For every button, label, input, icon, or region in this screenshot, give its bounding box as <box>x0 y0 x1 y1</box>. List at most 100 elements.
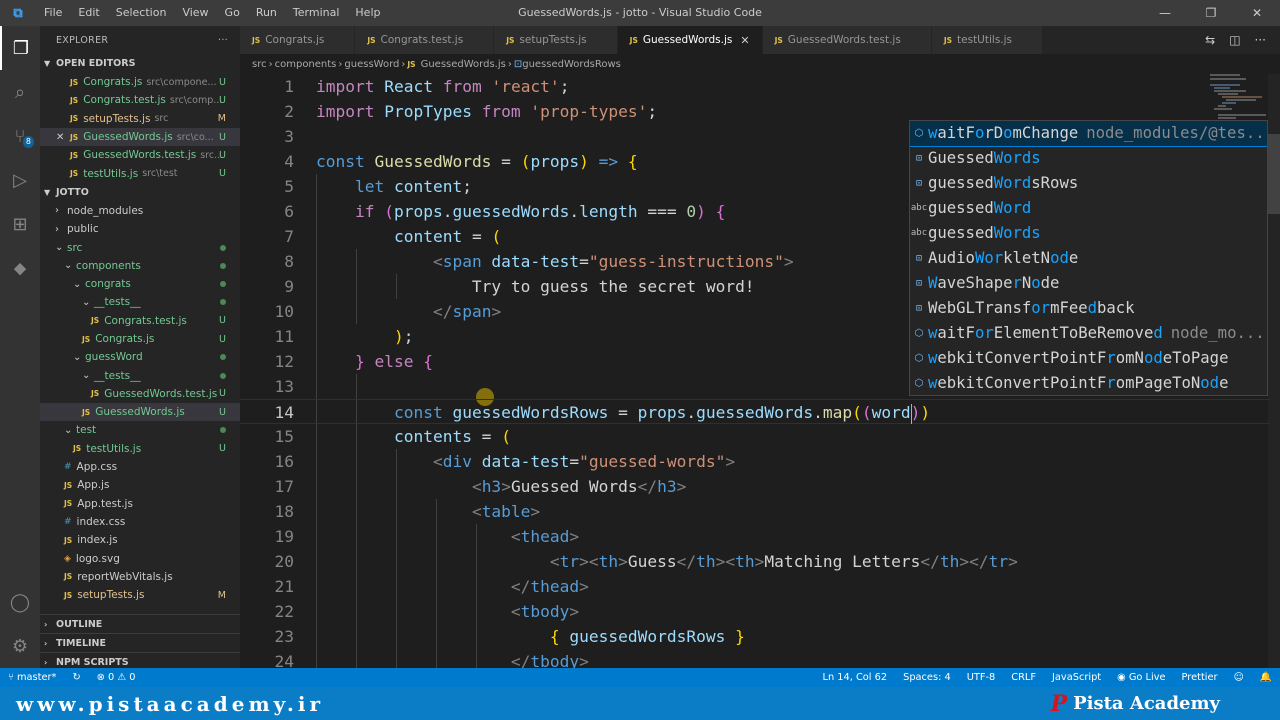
menu-help[interactable]: Help <box>347 0 388 26</box>
cursor-position[interactable]: Ln 14, Col 62 <box>814 672 895 683</box>
folder-item[interactable]: ⌄ congrats <box>40 275 240 293</box>
tab-guessedwords-test-js[interactable]: JS GuessedWords.test.js <box>762 26 932 54</box>
suggestion-item[interactable]: ⊡ WaveShaperNode <box>910 271 1267 296</box>
suggestion-item[interactable]: abc guessedWord <box>910 196 1267 221</box>
line-content: content = ( <box>316 224 501 249</box>
file-item[interactable]: JS testUtils.js U <box>40 440 240 458</box>
file-item[interactable]: JS setupTests.js M <box>40 586 240 604</box>
branch-indicator[interactable]: ⑂ master* <box>0 672 64 683</box>
label-part: o <box>1031 274 1041 292</box>
file-item[interactable]: JS App.js <box>40 476 240 494</box>
menu-edit[interactable]: Edit <box>70 0 107 26</box>
menu-view[interactable]: View <box>174 0 216 26</box>
folder-item[interactable]: ⌄ __tests__ <box>40 366 240 384</box>
breadcrumb-item[interactable]: guessedWordsRows <box>522 59 621 70</box>
maximize-icon[interactable]: ❐ <box>1188 0 1234 26</box>
breadcrumb-item[interactable]: GuessedWords.js <box>421 59 506 70</box>
compare-icon[interactable]: ⇆ <box>1205 33 1215 47</box>
timeline-header[interactable]: › TIMELINE <box>40 633 240 652</box>
explorer-icon[interactable]: ❐ <box>0 26 40 70</box>
prettier-indicator[interactable]: Prettier <box>1174 672 1226 683</box>
suggestion-item[interactable]: ⊡ guessedWordsRows <box>910 171 1267 196</box>
split-editor-icon[interactable]: ◫ <box>1229 33 1240 47</box>
menu-file[interactable]: File <box>36 0 70 26</box>
live-share-icon[interactable]: ⬥ <box>0 246 40 290</box>
file-item[interactable]: JS index.js <box>40 531 240 549</box>
project-header[interactable]: ▼ JOTTO <box>40 183 240 202</box>
open-editor-item[interactable]: JS GuessedWords.test.js src... U <box>40 146 240 164</box>
suggestion-item[interactable]: ⊡ GuessedWords <box>910 146 1267 171</box>
sync-icon[interactable]: ↻ <box>64 672 88 683</box>
js-file-icon: JS <box>629 35 638 45</box>
code-token: < <box>510 527 521 546</box>
file-item[interactable]: JS reportWebVitals.js <box>40 568 240 586</box>
tab-congrats-js[interactable]: JS Congrats.js <box>240 26 356 54</box>
line-ending[interactable]: CRLF <box>1003 672 1044 683</box>
run-debug-icon[interactable]: ▷ <box>0 158 40 202</box>
file-item[interactable]: JS Congrats.js U <box>40 330 240 348</box>
line-content: let content; <box>316 174 472 199</box>
file-item[interactable]: # index.css <box>40 513 240 531</box>
code-token: { <box>627 152 638 171</box>
menu-terminal[interactable]: Terminal <box>285 0 348 26</box>
file-item[interactable]: JS GuessedWords.js U <box>40 403 240 422</box>
suggestion-item[interactable]: ⬡ waitForDomChange node_modules/@tes... <box>910 121 1267 147</box>
account-icon[interactable]: ◯ <box>0 580 40 624</box>
minimize-icon[interactable]: — <box>1142 0 1188 26</box>
suggestion-item[interactable]: ⬡ webkitConvertPointFromNodeToPage <box>910 346 1267 371</box>
feedback-icon[interactable]: ☺ <box>1226 672 1252 683</box>
folder-item[interactable]: › public <box>40 220 240 238</box>
more-actions-icon[interactable]: ··· <box>1255 33 1266 47</box>
code-token: span <box>452 302 492 321</box>
extensions-icon[interactable]: ⊞ <box>0 202 40 246</box>
suggestion-item[interactable]: abc guessedWords <box>910 221 1267 246</box>
open-editor-item[interactable]: JS Congrats.test.js src\comp... U <box>40 91 240 109</box>
open-editor-item[interactable]: JS testUtils.js src\test U <box>40 164 240 182</box>
settings-gear-icon[interactable]: ⚙ <box>0 624 40 668</box>
breadcrumb-item[interactable]: src <box>252 59 267 70</box>
menu-selection[interactable]: Selection <box>108 0 175 26</box>
problems-indicator[interactable]: ⊗ 0 ⚠ 0 <box>89 672 144 683</box>
file-item[interactable]: # App.css <box>40 458 240 476</box>
go-live-button[interactable]: ◉ Go Live <box>1109 672 1173 683</box>
menu-go[interactable]: Go <box>217 0 248 26</box>
tab-testutils-js[interactable]: JS testUtils.js <box>931 26 1044 54</box>
open-editors-header[interactable]: ▼ OPEN EDITORS <box>40 54 240 73</box>
folder-item[interactable]: ⌄ components <box>40 257 240 275</box>
notifications-icon[interactable]: 🔔 <box>1252 672 1280 683</box>
outline-header[interactable]: › OUTLINE <box>40 614 240 633</box>
menu-run[interactable]: Run <box>248 0 285 26</box>
indentation[interactable]: Spaces: 4 <box>895 672 959 683</box>
tab-setuptests-js[interactable]: JS setupTests.js <box>494 26 618 54</box>
tab-close-icon[interactable]: ✕ <box>740 34 749 47</box>
open-editor-item[interactable]: ✕ JS GuessedWords.js src\co... U <box>40 127 240 147</box>
source-control-icon[interactable]: ⑂ 8 <box>0 114 40 158</box>
language-mode[interactable]: JavaScript <box>1044 672 1109 683</box>
folder-item[interactable]: ⌄ guessWord <box>40 348 240 366</box>
breadcrumb-item[interactable]: guessWord <box>344 59 399 70</box>
open-editor-item[interactable]: JS Congrats.js src\compone... U <box>40 73 240 91</box>
file-item[interactable]: JS Congrats.test.js U <box>40 312 240 330</box>
encoding[interactable]: UTF-8 <box>959 672 1004 683</box>
file-item[interactable]: JS App.test.js <box>40 495 240 513</box>
close-icon[interactable]: ✕ <box>56 132 70 143</box>
suggestion-item[interactable]: ⊡ WebGLTransformFeedback <box>910 296 1267 321</box>
folder-item[interactable]: › node_modules <box>40 202 240 220</box>
folder-item[interactable]: ⌄ src <box>40 238 240 256</box>
folder-item[interactable]: ⌄ __tests__ <box>40 293 240 311</box>
folder-item[interactable]: ⌄ test <box>40 421 240 439</box>
breadcrumb-item[interactable]: components <box>275 59 337 70</box>
suggestion-item[interactable]: ⊡ AudioWorkletNode <box>910 246 1267 271</box>
suggestion-item[interactable]: ⬡ webkitConvertPointFromPageToNode <box>910 371 1267 395</box>
search-icon[interactable]: ⌕ <box>0 70 40 114</box>
open-editor-item[interactable]: JS setupTests.js src M <box>40 110 240 128</box>
tab-guessedwords-js[interactable]: JS GuessedWords.js ✕ <box>617 26 763 54</box>
tab-congrats-test-js[interactable]: JS Congrats.test.js <box>355 26 495 54</box>
file-item[interactable]: ◈ logo.svg <box>40 549 240 567</box>
label-part: guessed <box>928 224 994 242</box>
file-name: __tests__ <box>94 296 141 309</box>
close-icon[interactable]: ✕ <box>1234 0 1280 26</box>
file-item[interactable]: JS GuessedWords.test.js U <box>40 385 240 403</box>
suggestion-item[interactable]: ⬡ waitForElementToBeRemoved node_mo... <box>910 321 1267 346</box>
more-actions-icon[interactable]: ··· <box>218 35 228 46</box>
